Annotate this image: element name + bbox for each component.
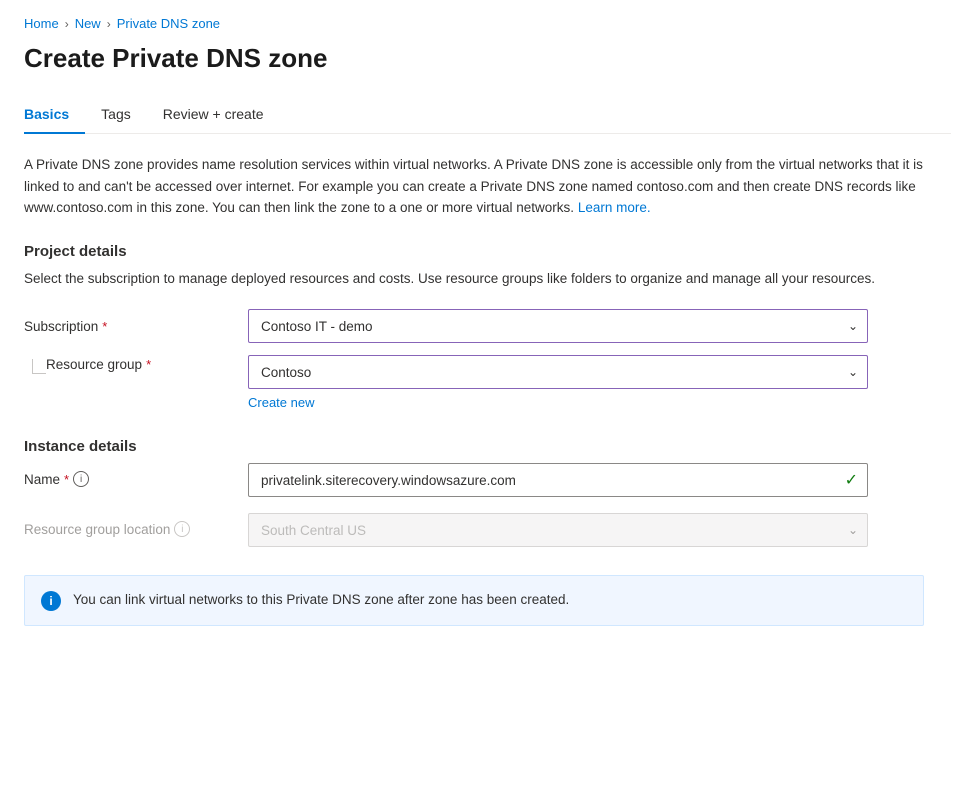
subscription-label: Subscription [24, 319, 98, 334]
create-new-link[interactable]: Create new [248, 395, 314, 410]
name-valid-icon: ✓ [845, 470, 858, 490]
tab-review-create[interactable]: Review + create [147, 98, 280, 134]
rg-location-select-wrapper: South Central US ⌄ [248, 513, 868, 547]
breadcrumb-new[interactable]: New [75, 16, 101, 31]
rg-location-control: South Central US ⌄ [248, 513, 868, 547]
breadcrumb-home[interactable]: Home [24, 16, 59, 31]
instance-details-title: Instance details [24, 438, 951, 455]
rg-location-select: South Central US [248, 513, 868, 547]
rg-tree-horiz-line [32, 373, 46, 374]
rg-label-inner: Resource group * [46, 355, 151, 372]
name-row: Name * i ✓ [24, 463, 951, 497]
name-input-wrapper: ✓ [248, 463, 868, 497]
name-required-star: * [64, 472, 69, 487]
subscription-control: Contoso IT - demo ⌄ [248, 309, 868, 343]
breadcrumb: Home › New › Private DNS zone [24, 16, 951, 31]
breadcrumb-private-dns-zone[interactable]: Private DNS zone [117, 16, 220, 31]
rg-select-wrapper: Contoso ⌄ [248, 355, 868, 389]
resource-group-row: Resource group * Contoso ⌄ Create new [24, 355, 951, 410]
name-input[interactable] [248, 463, 868, 497]
subscription-required-star: * [102, 319, 107, 334]
info-box: i You can link virtual networks to this … [24, 575, 924, 626]
resource-group-select[interactable]: Contoso [248, 355, 868, 389]
resource-group-label: Resource group [46, 357, 142, 372]
rg-tree-corner [32, 373, 46, 374]
info-box-icon: i [41, 591, 61, 611]
basics-description: A Private DNS zone provides name resolut… [24, 154, 924, 219]
rg-tree-vert-line [32, 359, 33, 373]
rg-control-col: Contoso ⌄ Create new [248, 355, 868, 410]
learn-more-link[interactable]: Learn more. [578, 200, 651, 215]
rg-location-label-col: Resource group location i [24, 513, 224, 537]
breadcrumb-sep-2: › [107, 17, 111, 31]
name-info-icon[interactable]: i [73, 471, 89, 487]
project-details-title: Project details [24, 243, 951, 260]
name-label-col: Name * i [24, 463, 224, 487]
tab-basics[interactable]: Basics [24, 98, 85, 134]
breadcrumb-sep-1: › [65, 17, 69, 31]
rg-label-area: Resource group * [24, 355, 224, 374]
project-details-section: Project details Select the subscription … [24, 243, 951, 411]
subscription-row: Subscription * Contoso IT - demo ⌄ [24, 309, 951, 343]
instance-details-section: Instance details Name * i ✓ Resource gro… [24, 438, 951, 547]
name-control: ✓ [248, 463, 868, 497]
tabs-container: Basics Tags Review + create [24, 98, 951, 134]
subscription-select[interactable]: Contoso IT - demo [248, 309, 868, 343]
rg-location-label: Resource group location [24, 522, 170, 537]
subscription-select-wrapper: Contoso IT - demo ⌄ [248, 309, 868, 343]
rg-tree-connector [24, 355, 46, 374]
rg-location-info-icon[interactable]: i [174, 521, 190, 537]
rg-location-row: Resource group location i South Central … [24, 513, 951, 547]
tab-tags[interactable]: Tags [85, 98, 147, 134]
subscription-label-col: Subscription * [24, 319, 224, 334]
info-box-text: You can link virtual networks to this Pr… [73, 590, 569, 610]
page-title: Create Private DNS zone [24, 43, 951, 74]
project-details-description: Select the subscription to manage deploy… [24, 268, 924, 290]
name-label: Name [24, 472, 60, 487]
description-text: A Private DNS zone provides name resolut… [24, 157, 923, 215]
resource-group-required-star: * [146, 357, 151, 372]
